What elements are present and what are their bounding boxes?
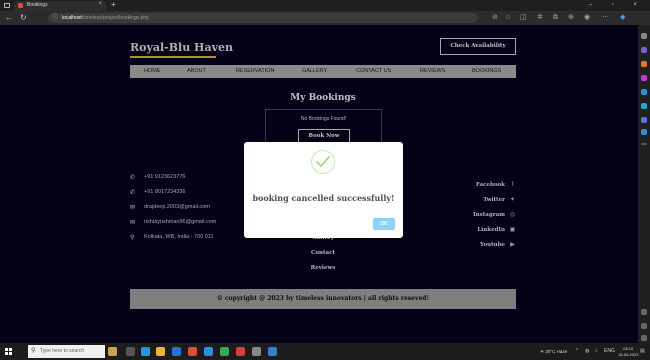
copilot-icon[interactable]: ◆	[620, 12, 625, 24]
more-icon[interactable]: ⋯	[602, 12, 609, 24]
sidebar-tools-icon[interactable]	[641, 61, 647, 67]
network-icon[interactable]: ◍	[585, 346, 589, 357]
widgets-icon[interactable]	[108, 347, 117, 356]
favicon-icon	[18, 3, 23, 8]
favorites-icon[interactable]: ✲	[537, 12, 543, 24]
window-icon[interactable]	[4, 3, 10, 8]
sidebar-add-icon[interactable]	[641, 143, 647, 145]
volume-icon[interactable]: ♪	[595, 346, 598, 357]
window-controls[interactable]: – ▫ ×	[589, 0, 646, 11]
sidebar-settings-icon[interactable]	[641, 335, 647, 341]
new-tab-button[interactable]: +	[111, 0, 116, 10]
tray-chevron-icon[interactable]: ⌃	[575, 346, 579, 357]
vscode-icon[interactable]	[268, 347, 277, 356]
url-host: localhost	[62, 15, 82, 21]
address-bar-row: ← ↻ ⓘ localhost/timeless/project/booking…	[0, 11, 650, 25]
sidebar-split-icon[interactable]	[641, 309, 647, 315]
sidebar-games-icon[interactable]	[641, 75, 647, 81]
star-icon[interactable]: ☆	[505, 12, 511, 24]
browser-tab[interactable]: Bookings ×	[14, 1, 106, 11]
taskbar-search-input[interactable]: ⚲ Type here to search	[28, 345, 105, 358]
chrome-icon[interactable]	[220, 347, 229, 356]
sidebar-outlook-icon[interactable]	[641, 103, 647, 109]
success-check-icon	[311, 150, 335, 174]
search-placeholder: Type here to search	[40, 348, 85, 354]
profile-icon[interactable]: ◉	[584, 12, 590, 24]
collections-icon[interactable]: ⧉	[553, 12, 558, 24]
browser-sidebar	[638, 25, 650, 343]
sidebar-search-icon[interactable]	[641, 33, 647, 39]
clock-date: 15-04-2023	[618, 351, 639, 357]
split-screen-icon[interactable]: ◫	[520, 12, 527, 24]
weather-text: 20°C Haze	[545, 349, 568, 354]
edge-icon[interactable]	[141, 347, 150, 356]
search-icon: ⚲	[31, 348, 36, 354]
ok-button[interactable]: OK	[373, 218, 395, 230]
sidebar-drop-icon[interactable]	[641, 129, 647, 135]
task-view-icon[interactable]	[126, 347, 135, 356]
url-path: /timeless/project/bookings.php	[81, 15, 149, 21]
translate-icon[interactable]: ⊘	[492, 12, 498, 24]
app-icon[interactable]	[252, 347, 261, 356]
store-icon[interactable]	[172, 347, 181, 356]
dialog-message: booking cancelled successfully!	[252, 193, 395, 203]
success-dialog: booking cancelled successfully! OK	[244, 142, 403, 238]
browser-tab-bar: Bookings × + – ▫ ×	[0, 0, 650, 11]
tab-close-icon[interactable]: ×	[98, 1, 102, 7]
windows-taskbar: ⚲ Type here to search ☀ 20°C Haze ⌃ ◍ ♪ …	[0, 343, 650, 360]
system-clock[interactable]: 08:10 15-04-2023	[618, 346, 638, 357]
sidebar-telegram-icon[interactable]	[641, 117, 647, 123]
notifications-icon[interactable]: ▤	[640, 346, 645, 357]
start-icon[interactable]	[5, 348, 12, 355]
weather-widget[interactable]: ☀ 20°C Haze	[540, 346, 567, 357]
url-input[interactable]: ⓘ localhost/timeless/project/bookings.ph…	[48, 13, 478, 23]
back-icon[interactable]: ←	[5, 12, 13, 24]
language-indicator[interactable]: ENG	[604, 346, 615, 357]
tab-title: Bookings	[27, 2, 48, 8]
app-icon[interactable]	[236, 347, 245, 356]
sidebar-shopping-icon[interactable]	[641, 47, 647, 53]
office-icon[interactable]	[188, 347, 197, 356]
info-icon[interactable]: ⓘ	[52, 13, 58, 23]
reload-icon[interactable]: ↻	[20, 12, 27, 24]
sidebar-customize-icon[interactable]	[641, 323, 647, 329]
mail-app-icon[interactable]	[204, 347, 213, 356]
extensions-icon[interactable]: ⊕	[568, 12, 574, 24]
file-explorer-icon[interactable]	[156, 347, 165, 356]
